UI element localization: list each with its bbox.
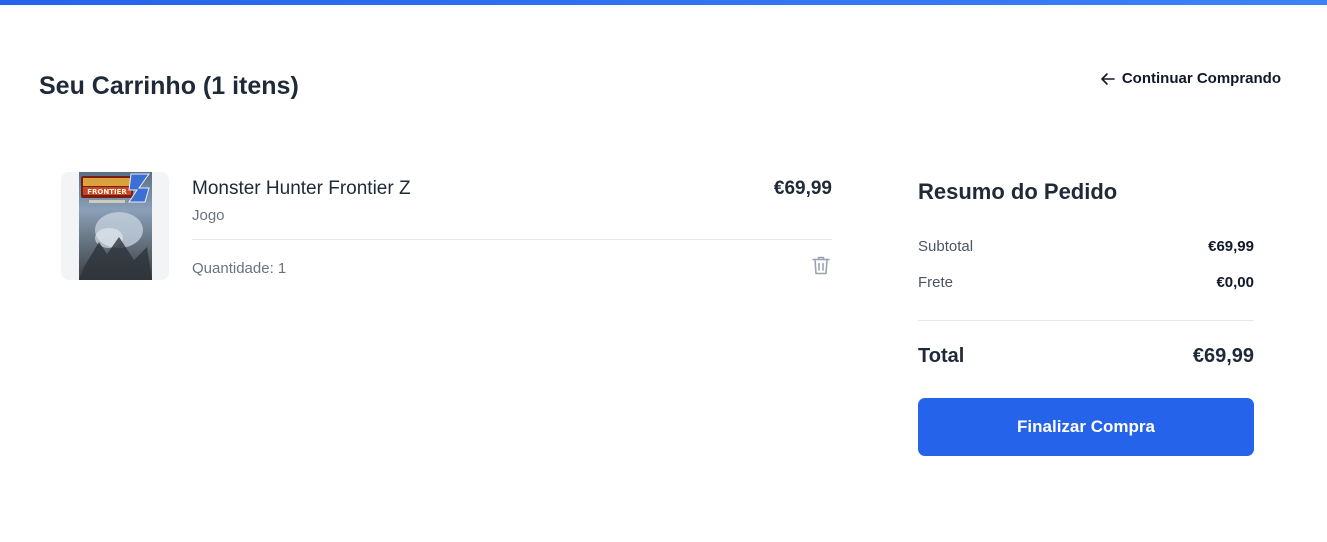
game-cover-image: FRONTIER: [79, 172, 152, 280]
svg-text:FRONTIER: FRONTIER: [87, 188, 127, 196]
summary-divider: [918, 320, 1254, 321]
trash-icon: [812, 256, 830, 275]
total-label: Total: [918, 345, 965, 367]
product-name[interactable]: Monster Hunter Frontier Z: [192, 178, 411, 200]
total-row: Total €69,99: [918, 345, 1254, 368]
subtotal-row: Subtotal €69,99: [918, 238, 1254, 255]
arrow-left-icon: [1100, 71, 1116, 87]
summary-title: Resumo do Pedido: [918, 179, 1118, 204]
cart-item: FRONTIER Monster Hunter Frontier Z Jogo …: [61, 172, 832, 282]
remove-item-button[interactable]: [810, 254, 832, 276]
product-price: €69,99: [773, 178, 832, 199]
product-quantity: Quantidade: 1: [192, 260, 287, 277]
total-value: €69,99: [1192, 345, 1254, 367]
top-accent-bar: [0, 0, 1327, 5]
page-title: Seu Carrinho (1 itens): [39, 72, 299, 100]
product-thumbnail[interactable]: FRONTIER: [61, 172, 169, 280]
checkout-button[interactable]: Finalizar Compra: [918, 398, 1254, 456]
continue-shopping-label: Continuar Comprando: [1121, 70, 1281, 87]
subtotal-value: €69,99: [1208, 238, 1254, 255]
item-divider: [192, 239, 832, 240]
product-category: Jogo: [192, 207, 225, 224]
subtotal-label: Subtotal: [918, 238, 974, 255]
continue-shopping-link[interactable]: Continuar Comprando: [1100, 70, 1281, 87]
shipping-label: Frete: [918, 274, 954, 291]
shipping-row: Frete €0,00: [918, 274, 1254, 291]
shipping-value: €0,00: [1216, 274, 1254, 291]
